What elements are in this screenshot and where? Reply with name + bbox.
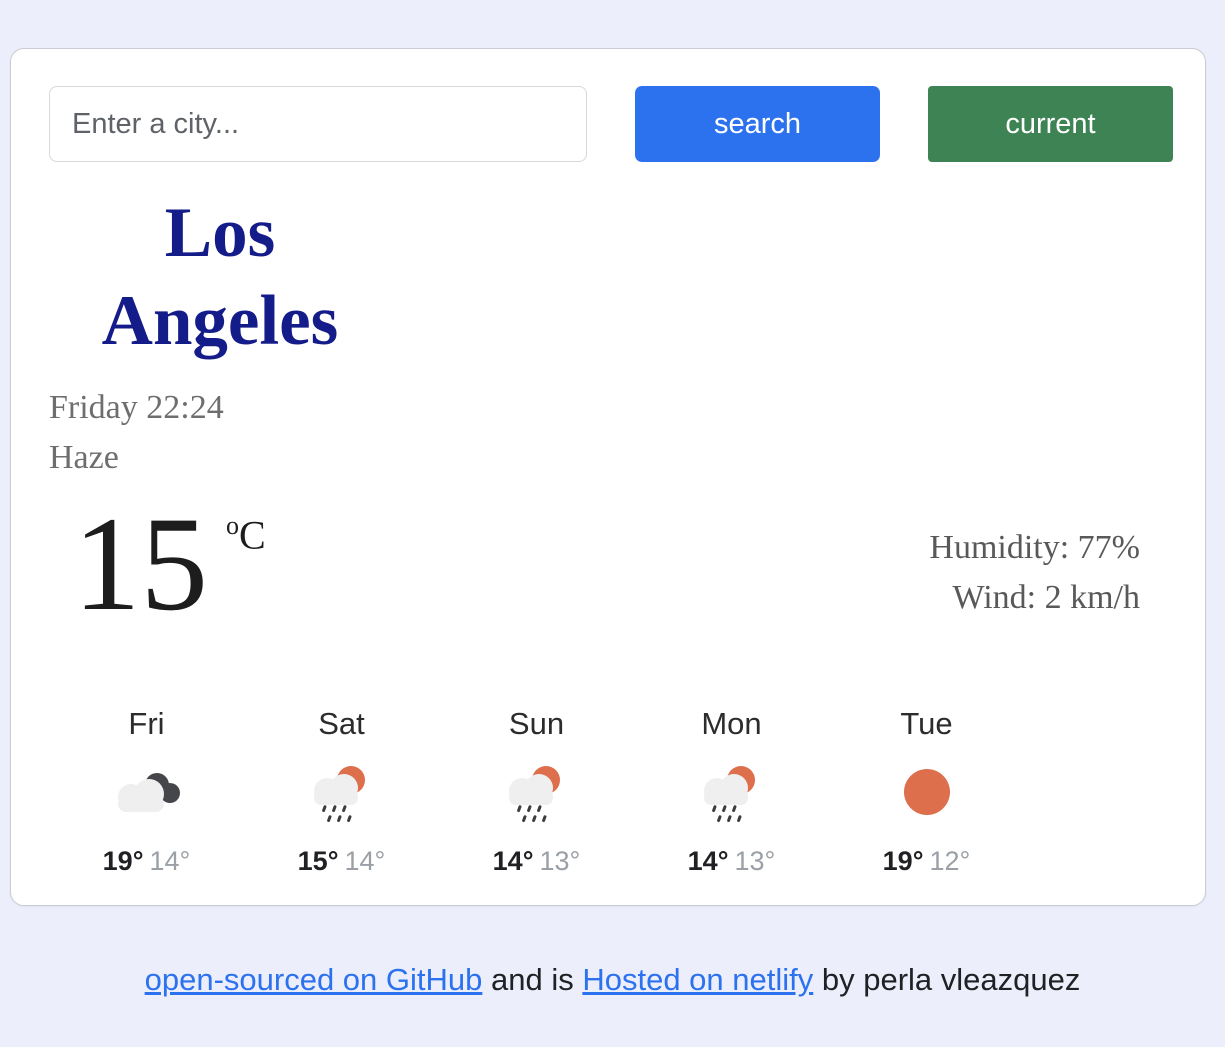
current-readout: 15 oC Humidity: 77% Wind: 2 km/h (49, 490, 1174, 639)
forecast-day-label: Sat (318, 706, 365, 741)
sun-cloud-rain-icon (634, 756, 829, 832)
forecast-low: 13° (734, 846, 776, 876)
footer: open-sourced on GitHub and is Hosted on … (0, 960, 1225, 1000)
weather-card: search current Los Angeles Friday 22:24 … (10, 48, 1206, 906)
forecast-day-2: Sun 14° 13° (439, 704, 634, 878)
search-row: search current (49, 86, 1174, 162)
temperature-unit: oC (226, 513, 266, 555)
forecast-day-4: Tue 19° 12° (829, 704, 1024, 878)
footer-middle-text: and is (482, 962, 583, 997)
weather-app-page: search current Los Angeles Friday 22:24 … (0, 0, 1225, 1047)
current-datetime: Friday 22:24 (49, 389, 224, 426)
forecast-temps: 15° 14° (244, 844, 439, 878)
forecast-low: 14° (149, 846, 191, 876)
unit-letter: C (239, 512, 266, 558)
current-temperature-value: 15 (73, 490, 208, 639)
forecast-day-label: Sun (508, 706, 565, 741)
netlify-link[interactable]: Hosted on netlify (582, 962, 813, 997)
current-description: Haze (49, 439, 119, 476)
overcast-clouds-icon (49, 756, 244, 832)
forecast-temps: 19° 14° (49, 844, 244, 878)
wind-value: Wind: 2 km/h (952, 579, 1140, 616)
forecast-day-1: Sat 15° 14° (244, 704, 439, 878)
github-link[interactable]: open-sourced on GitHub (145, 962, 483, 997)
city-name: Los Angeles (101, 194, 339, 360)
humidity-value: Humidity: 77% (929, 529, 1140, 566)
forecast-temps: 14° 13° (634, 844, 829, 878)
search-button[interactable]: search (635, 86, 880, 162)
forecast-row: Fri 19° 14° Sat 15° 14° Sun 14° 13° Mon … (49, 704, 1174, 878)
city-search-input[interactable] (49, 86, 587, 162)
sun-cloud-rain-icon (244, 756, 439, 832)
degree-symbol: o (226, 511, 239, 540)
current-stats: Humidity: 77% Wind: 2 km/h (929, 523, 1140, 623)
forecast-day-0: Fri 19° 14° (49, 704, 244, 878)
sun-cloud-rain-icon (439, 756, 634, 832)
forecast-temps: 19° 12° (829, 844, 1024, 878)
current-temperature-block: 15 oC (73, 490, 266, 639)
current-location-button[interactable]: current (928, 86, 1173, 162)
forecast-temps: 14° 13° (439, 844, 634, 878)
forecast-day-label: Tue (900, 706, 953, 741)
forecast-high: 14° (687, 846, 729, 876)
forecast-high: 15° (297, 846, 339, 876)
forecast-high: 19° (102, 846, 144, 876)
footer-author-text: by perla vleazquez (813, 962, 1081, 997)
forecast-low: 12° (929, 846, 971, 876)
sun-icon (829, 756, 1024, 832)
forecast-day-3: Mon 14° 13° (634, 704, 829, 878)
current-weather-section: Los Angeles Friday 22:24 Haze 15 oC Humi… (49, 189, 1174, 635)
forecast-day-label: Fri (128, 706, 165, 741)
forecast-day-label: Mon (701, 706, 762, 741)
current-meta: Friday 22:24 Haze (49, 383, 1174, 483)
forecast-low: 13° (539, 846, 581, 876)
forecast-low: 14° (344, 846, 386, 876)
forecast-high: 19° (882, 846, 924, 876)
forecast-high: 14° (492, 846, 534, 876)
